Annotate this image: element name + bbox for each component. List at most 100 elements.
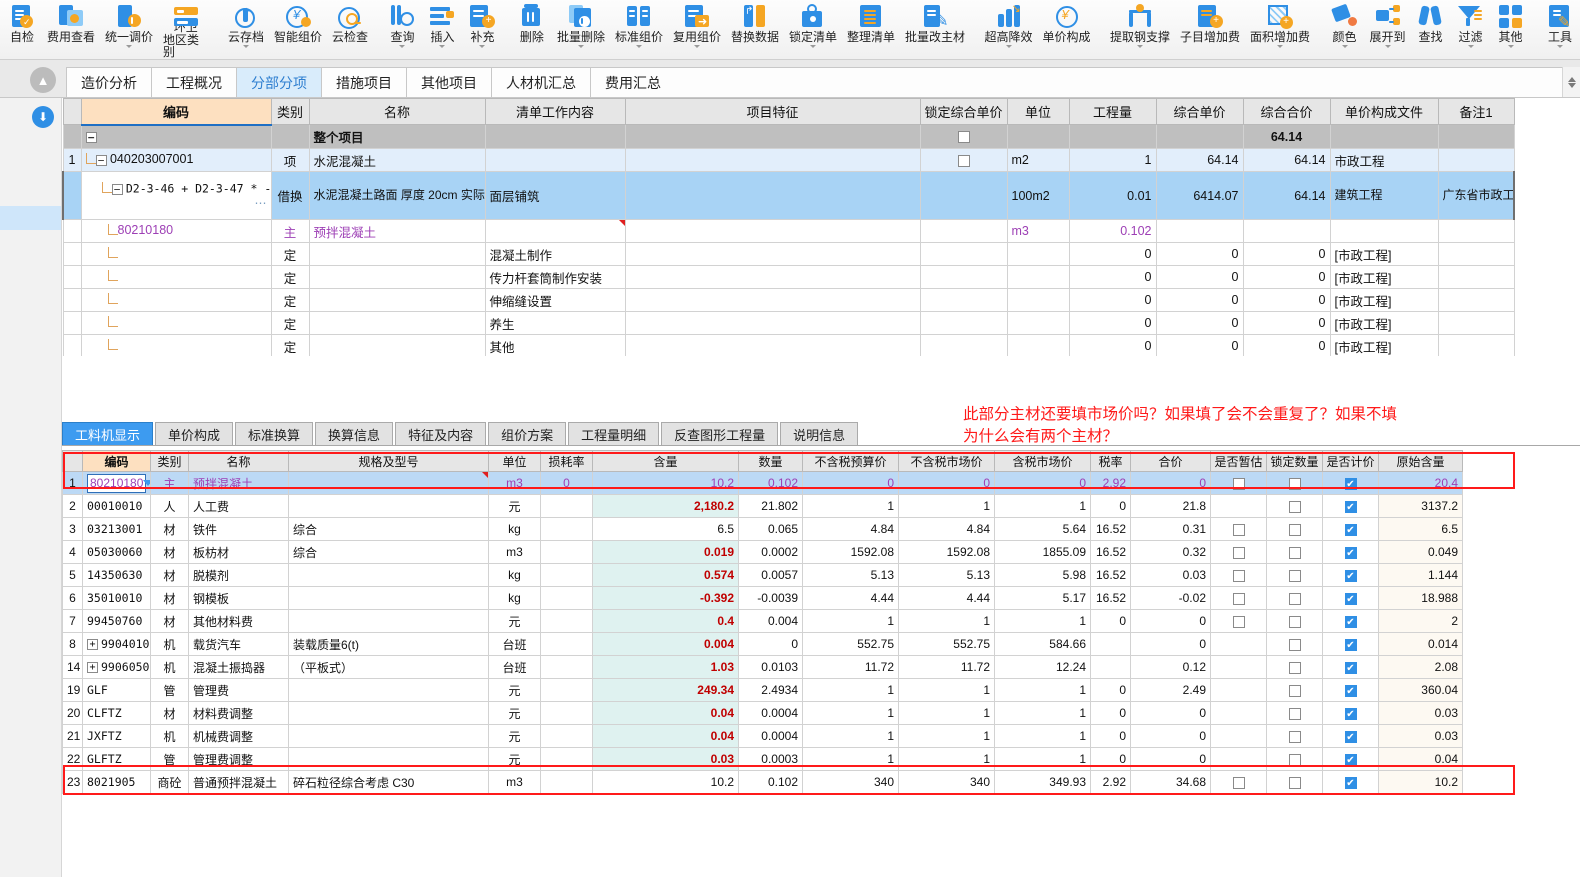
market-price-cell[interactable]: 1	[898, 701, 995, 725]
content-cell[interactable]: 10.2	[592, 471, 739, 495]
main-tab-分部分项[interactable]: 分部分项	[236, 67, 322, 97]
category-cell[interactable]: 机	[150, 655, 189, 679]
material-grid[interactable]: 编码 类别 名称 规格及型号 单位 损耗率 含量 数量 不含税预算价 不含税市场价 含税市场价 税率合…	[62, 450, 1463, 794]
code-cell[interactable]: 03213001	[82, 517, 151, 541]
unit-cell[interactable]: 台班	[488, 632, 541, 656]
feature-cell[interactable]	[624, 124, 921, 149]
name-cell[interactable]: 管理费	[188, 678, 289, 702]
lock-quantity-checkbox[interactable]	[1288, 500, 1301, 513]
category-cell[interactable]: 材	[150, 517, 189, 541]
chevron-down-icon[interactable]	[1384, 45, 1391, 48]
loss-rate-cell[interactable]	[540, 678, 593, 702]
content-cell[interactable]: 0.004	[592, 632, 739, 656]
detail-tab-换算信息[interactable]: 换算信息	[315, 422, 394, 445]
budget-price-cell[interactable]: 552.75	[802, 632, 899, 656]
unit-price-cell[interactable]: 0	[1155, 334, 1244, 356]
column-header-清单工作内容[interactable]: 清单工作内容	[484, 98, 626, 125]
tax-rate-cell[interactable]: 0	[1090, 747, 1131, 771]
category-cell[interactable]: 管	[150, 747, 189, 771]
feature-cell[interactable]	[624, 242, 921, 266]
amount-cell[interactable]: 0	[1130, 632, 1211, 656]
row-number-cell[interactable]: 7	[62, 609, 83, 633]
feature-cell[interactable]	[624, 219, 921, 243]
name-cell[interactable]: 材料费调整	[188, 701, 289, 725]
price-file-cell[interactable]: [市政工程]	[1329, 242, 1439, 266]
scroll-down-icon[interactable]	[1567, 82, 1576, 88]
ribbon-button-sanitation-area[interactable]: 环卫 地区类别	[158, 0, 213, 58]
quantity-cell[interactable]: 21.802	[738, 494, 803, 518]
quantity-cell[interactable]: 0.065	[738, 517, 803, 541]
market-price-cell[interactable]: 1	[898, 724, 995, 748]
total-price-cell[interactable]: 0	[1242, 242, 1331, 266]
name-cell[interactable]: 水泥混凝土路面 厚度 20cm 实际厚度(cm):10 合并制作子目 普通预拌混…	[308, 171, 486, 220]
price-file-cell[interactable]: [市政工程]	[1329, 334, 1439, 356]
column-header-单位[interactable]: 单位	[1006, 98, 1070, 125]
is-priced-cell[interactable]	[1322, 632, 1379, 656]
chevron-down-icon[interactable]	[143, 480, 150, 486]
column-header-规格及型号[interactable]: 规格及型号	[288, 450, 489, 472]
total-price-cell[interactable]: 0	[1242, 288, 1331, 312]
budget-price-cell[interactable]: 1	[802, 494, 899, 518]
quantity-cell[interactable]: 2.4934	[738, 678, 803, 702]
spec-model-cell[interactable]	[288, 471, 489, 495]
original-content-cell[interactable]: 0.049	[1378, 540, 1463, 564]
is-priced-cell[interactable]	[1322, 609, 1379, 633]
is-priced-checkbox[interactable]	[1344, 477, 1357, 490]
tax-rate-cell[interactable]: 2.92	[1090, 770, 1131, 794]
market-price-cell[interactable]: 5.13	[898, 563, 995, 587]
main-tab-费用汇总[interactable]: 费用汇总	[590, 67, 676, 97]
provisional-checkbox[interactable]	[1232, 477, 1245, 490]
amount-cell[interactable]: 2.49	[1130, 678, 1211, 702]
code-cell[interactable]: − 040203007001	[80, 148, 272, 172]
detail-tab-组价方案[interactable]: 组价方案	[488, 422, 567, 445]
unit-cell[interactable]	[1006, 288, 1070, 312]
name-cell[interactable]: 机械费调整	[188, 724, 289, 748]
original-content-cell[interactable]: 0.03	[1378, 724, 1463, 748]
loss-rate-cell[interactable]	[540, 586, 593, 610]
quantity-cell[interactable]: -0.0039	[738, 586, 803, 610]
category-cell[interactable]: 定	[270, 265, 310, 289]
column-header-是否暂估[interactable]: 是否暂估	[1210, 450, 1267, 472]
quantity-cell[interactable]: 0	[1068, 265, 1157, 289]
content-cell[interactable]: -0.392	[592, 586, 739, 610]
note-cell[interactable]	[1437, 334, 1515, 356]
detail-tab-反查图形工程量[interactable]: 反查图形工程量	[661, 422, 779, 445]
lock-quantity-cell[interactable]	[1266, 724, 1323, 748]
amount-cell[interactable]: 0	[1130, 747, 1211, 771]
tree-expander-minus-icon[interactable]: −	[95, 154, 107, 166]
ribbon-button-unit-price-composition[interactable]: ¥ 单价构成	[1038, 0, 1096, 58]
price-file-cell[interactable]: [市政工程]	[1329, 288, 1439, 312]
tax-rate-cell[interactable]: 16.52	[1090, 517, 1131, 541]
content-cell[interactable]: 2,180.2	[592, 494, 739, 518]
provisional-cell[interactable]	[1210, 701, 1267, 725]
row-number-cell[interactable]: 2	[62, 494, 83, 518]
chevron-down-icon[interactable]	[810, 45, 816, 48]
original-content-cell[interactable]: 0.04	[1378, 747, 1463, 771]
table-row[interactable]: 23 8021905 商砼 普通预拌混凝土 碎石粒径综合考虑 C30 m3 10.2 0.10…	[62, 770, 1463, 794]
provisional-checkbox[interactable]	[1232, 546, 1245, 559]
row-number-cell[interactable]	[62, 288, 82, 312]
column-header-项目特征[interactable]: 项目特征	[624, 98, 921, 125]
quantity-cell[interactable]: 0.0002	[738, 540, 803, 564]
is-priced-cell[interactable]	[1322, 540, 1379, 564]
ribbon-button-delete[interactable]: 删除	[512, 0, 552, 58]
is-priced-cell[interactable]	[1322, 471, 1379, 495]
is-priced-cell[interactable]	[1322, 655, 1379, 679]
ribbon-button-other[interactable]: 其他	[1491, 0, 1531, 58]
chevron-down-icon[interactable]	[1137, 45, 1144, 48]
code-cell[interactable]: GLFTZ	[82, 747, 151, 771]
spec-model-cell[interactable]	[288, 494, 489, 518]
total-price-cell[interactable]: 64.14	[1242, 148, 1331, 172]
code-cell[interactable]: −	[80, 124, 272, 149]
total-price-cell[interactable]: 0	[1242, 265, 1331, 289]
spec-model-cell[interactable]	[288, 701, 489, 725]
work-content-cell[interactable]	[484, 219, 626, 243]
quantity-cell[interactable]: 0	[1068, 242, 1157, 266]
amount-cell[interactable]: 0	[1130, 724, 1211, 748]
loss-rate-cell[interactable]	[540, 655, 593, 679]
main-tab-工程概况[interactable]: 工程概况	[151, 67, 237, 97]
quantity-cell[interactable]: 0.102	[738, 770, 803, 794]
content-cell[interactable]: 0.574	[592, 563, 739, 587]
name-cell[interactable]: 预拌混凝土	[308, 219, 486, 243]
chevron-down-icon[interactable]	[1277, 45, 1284, 48]
